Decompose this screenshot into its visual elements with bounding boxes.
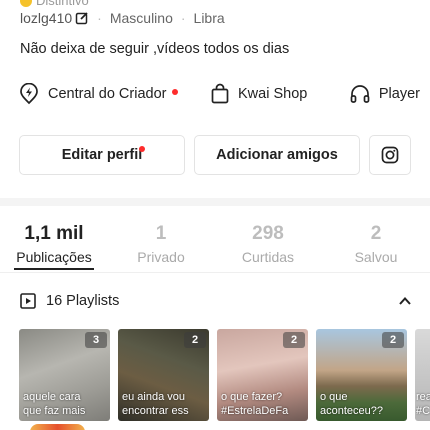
badge-label: Distintivo <box>36 0 89 8</box>
add-friends-button[interactable]: Adicionar amigos <box>194 135 360 175</box>
notification-dot <box>172 89 179 95</box>
tab-private[interactable]: 1 Privado <box>111 222 211 267</box>
chevron-up-icon[interactable] <box>398 294 412 308</box>
tabs-border <box>0 272 430 273</box>
player-label: Player <box>378 86 420 102</box>
edit-handle-icon[interactable] <box>75 11 89 25</box>
playlist-carousel: 3 aquele cara que faz mais 2 eu ainda vo… <box>19 329 430 421</box>
playlist-card[interactable]: 2 o que fazer? #EstrelaDeFa <box>217 329 308 421</box>
publications-label: Publicações <box>16 249 92 265</box>
likes-label: Curtidas <box>241 249 295 265</box>
lightning-pin-icon <box>20 83 38 105</box>
private-count: 1 <box>155 223 167 244</box>
saved-count: 2 <box>370 223 382 244</box>
tab-likes[interactable]: 298 Curtidas <box>218 222 318 267</box>
tab-saved[interactable]: 2 Salvou <box>326 222 426 267</box>
playlist-card[interactable]: 2 o que aconteceu?? <box>316 329 407 421</box>
profile-info-row: lozlg410 · Masculino · Libra <box>20 10 225 26</box>
user-handle: lozlg410 <box>20 10 73 26</box>
badge-icon <box>20 0 32 7</box>
active-tab-indicator <box>14 268 94 270</box>
playlist-count: 2 <box>382 332 404 348</box>
saved-label: Salvou <box>354 249 398 265</box>
playlist-caption: o que fazer? #EstrelaDeFa <box>221 391 289 417</box>
playlist-count: 2 <box>283 332 305 348</box>
playlist-caption: o que aconteceu?? <box>320 391 383 417</box>
separator: · <box>180 10 186 26</box>
kwai-shop-label: Kwai Shop <box>238 86 308 102</box>
playlist-icon <box>20 293 36 309</box>
creator-center-link[interactable]: Central do Criador <box>18 83 190 105</box>
notification-dot <box>139 146 145 152</box>
likes-count: 298 <box>252 223 284 244</box>
playlists-title: 16 Playlists <box>46 293 120 309</box>
playlist-card[interactable]: 3 aquele cara que faz mais <box>19 329 110 421</box>
headphones-icon <box>350 85 370 103</box>
badge-row: Distintivo <box>20 0 89 8</box>
playlist-caption: eu ainda vou encontrar ess <box>122 391 189 417</box>
publications-count: 1,1 mil <box>24 223 84 244</box>
shopping-bag-icon <box>211 83 229 104</box>
playlists-header[interactable]: 16 Playlists <box>20 290 412 312</box>
creator-center-label: Central do Criador <box>48 86 167 102</box>
user-gender: Masculino <box>109 10 173 26</box>
edit-profile-button[interactable]: Editar perfil <box>19 135 185 175</box>
edit-profile-label: Editar perfil <box>61 147 143 163</box>
playlist-caption: aquele cara que faz mais <box>23 391 86 417</box>
private-label: Privado <box>137 249 185 265</box>
playlist-count: 3 <box>85 332 107 348</box>
profile-stats-tabs: 1,1 mil Publicações 1 Privado 298 Curtid… <box>0 222 430 272</box>
playlist-caption: rea #C <box>416 391 430 417</box>
tab-publications[interactable]: 1,1 mil Publicações <box>4 222 104 267</box>
player-link[interactable]: Player <box>349 83 420 105</box>
kwai-shop-link[interactable]: Kwai Shop <box>210 83 338 105</box>
profile-bio: Não deixa de seguir ,vídeos todos os dia… <box>20 41 290 57</box>
user-sign: Libra <box>193 10 225 26</box>
next-row-preview <box>30 424 85 430</box>
add-friends-label: Adicionar amigos <box>216 147 338 163</box>
section-divider <box>0 198 430 206</box>
playlist-count: 2 <box>184 332 206 348</box>
playlist-card[interactable]: 2 eu ainda vou encontrar ess <box>118 329 209 421</box>
profile-links: Central do Criador Kwai Shop Player <box>18 80 422 108</box>
instagram-icon <box>381 146 399 164</box>
separator: · <box>97 10 102 26</box>
instagram-button[interactable] <box>369 135 411 175</box>
playlist-card[interactable]: rea #C <box>415 329 430 421</box>
